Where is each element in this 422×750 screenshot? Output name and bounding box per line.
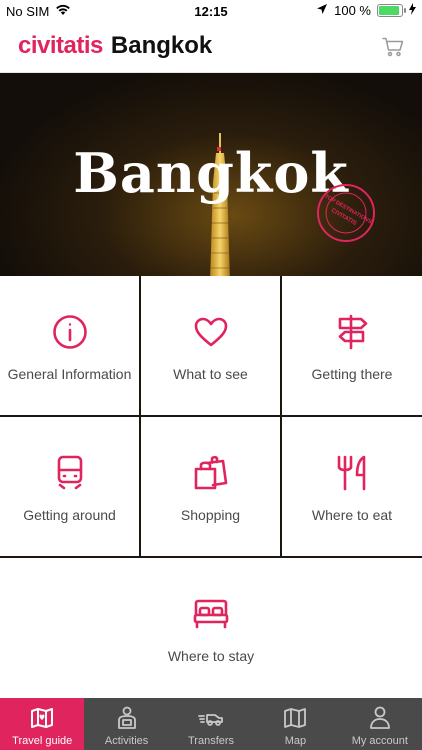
tab-label: My account: [351, 735, 408, 747]
menu-label: What to see: [173, 365, 248, 382]
location-arrow-icon: [316, 3, 328, 18]
battery-icon: [377, 4, 406, 17]
menu-general-information[interactable]: General Information: [0, 276, 139, 415]
guide-person-icon: [117, 704, 137, 732]
car-transfer-icon: [198, 704, 224, 732]
cart-icon[interactable]: [382, 37, 404, 62]
menu-label: Shopping: [180, 506, 241, 523]
status-bar: No SIM 12:15 100 %: [0, 0, 422, 24]
menu-where-to-eat[interactable]: Where to eat: [282, 417, 422, 556]
hero-banner: Bangkok TOP DESTINATIONS CIVITATIS: [0, 73, 422, 276]
menu-label: Getting there: [311, 365, 393, 382]
bottom-tab-bar: Travel guide Activities Transfers Map My…: [0, 698, 422, 750]
tab-activities[interactable]: Activities: [84, 698, 168, 750]
map-icon: [284, 704, 307, 732]
shopping-bags-icon: [193, 451, 229, 495]
train-icon: [55, 451, 85, 495]
city-title: Bangkok: [110, 32, 213, 59]
signpost-icon: [335, 310, 369, 354]
bed-icon: [193, 592, 229, 636]
tab-map[interactable]: Map: [253, 698, 337, 750]
map-book-icon: [30, 704, 54, 732]
menu-label: Where to eat: [311, 506, 393, 523]
tab-label: Travel guide: [12, 735, 73, 747]
info-icon: [52, 310, 88, 354]
battery-percent: 100 %: [334, 3, 371, 18]
tab-label: Map: [284, 735, 307, 747]
tab-label: Activities: [104, 735, 149, 747]
tab-travel-guide[interactable]: Travel guide: [0, 698, 85, 750]
menu-label: Getting around: [23, 506, 116, 523]
menu-where-to-stay[interactable]: Where to stay: [0, 558, 422, 698]
heart-icon: [193, 310, 229, 354]
charging-bolt-icon: [409, 3, 416, 18]
menu-getting-there[interactable]: Getting there: [282, 276, 422, 415]
user-icon: [369, 704, 390, 732]
menu-label: Where to stay: [167, 648, 255, 664]
brand: civitatis Bangkok: [18, 32, 212, 60]
status-right: 100 %: [316, 3, 416, 18]
menu-what-to-see[interactable]: What to see: [141, 276, 280, 415]
guide-menu-grid: General Information What to see Getting …: [0, 276, 422, 698]
tab-my-account[interactable]: My account: [338, 698, 422, 750]
menu-getting-around[interactable]: Getting around: [0, 417, 139, 556]
menu-shopping[interactable]: Shopping: [141, 417, 280, 556]
tab-transfers[interactable]: Transfers: [169, 698, 253, 750]
fork-knife-icon: [335, 451, 369, 495]
tab-label: Transfers: [187, 735, 235, 747]
menu-label: General Information: [7, 365, 132, 382]
app-header: civitatis Bangkok: [0, 24, 422, 73]
top-destinations-stamp: TOP DESTINATIONS CIVITATIS: [317, 184, 375, 242]
civitatis-logo[interactable]: civitatis: [18, 32, 103, 60]
